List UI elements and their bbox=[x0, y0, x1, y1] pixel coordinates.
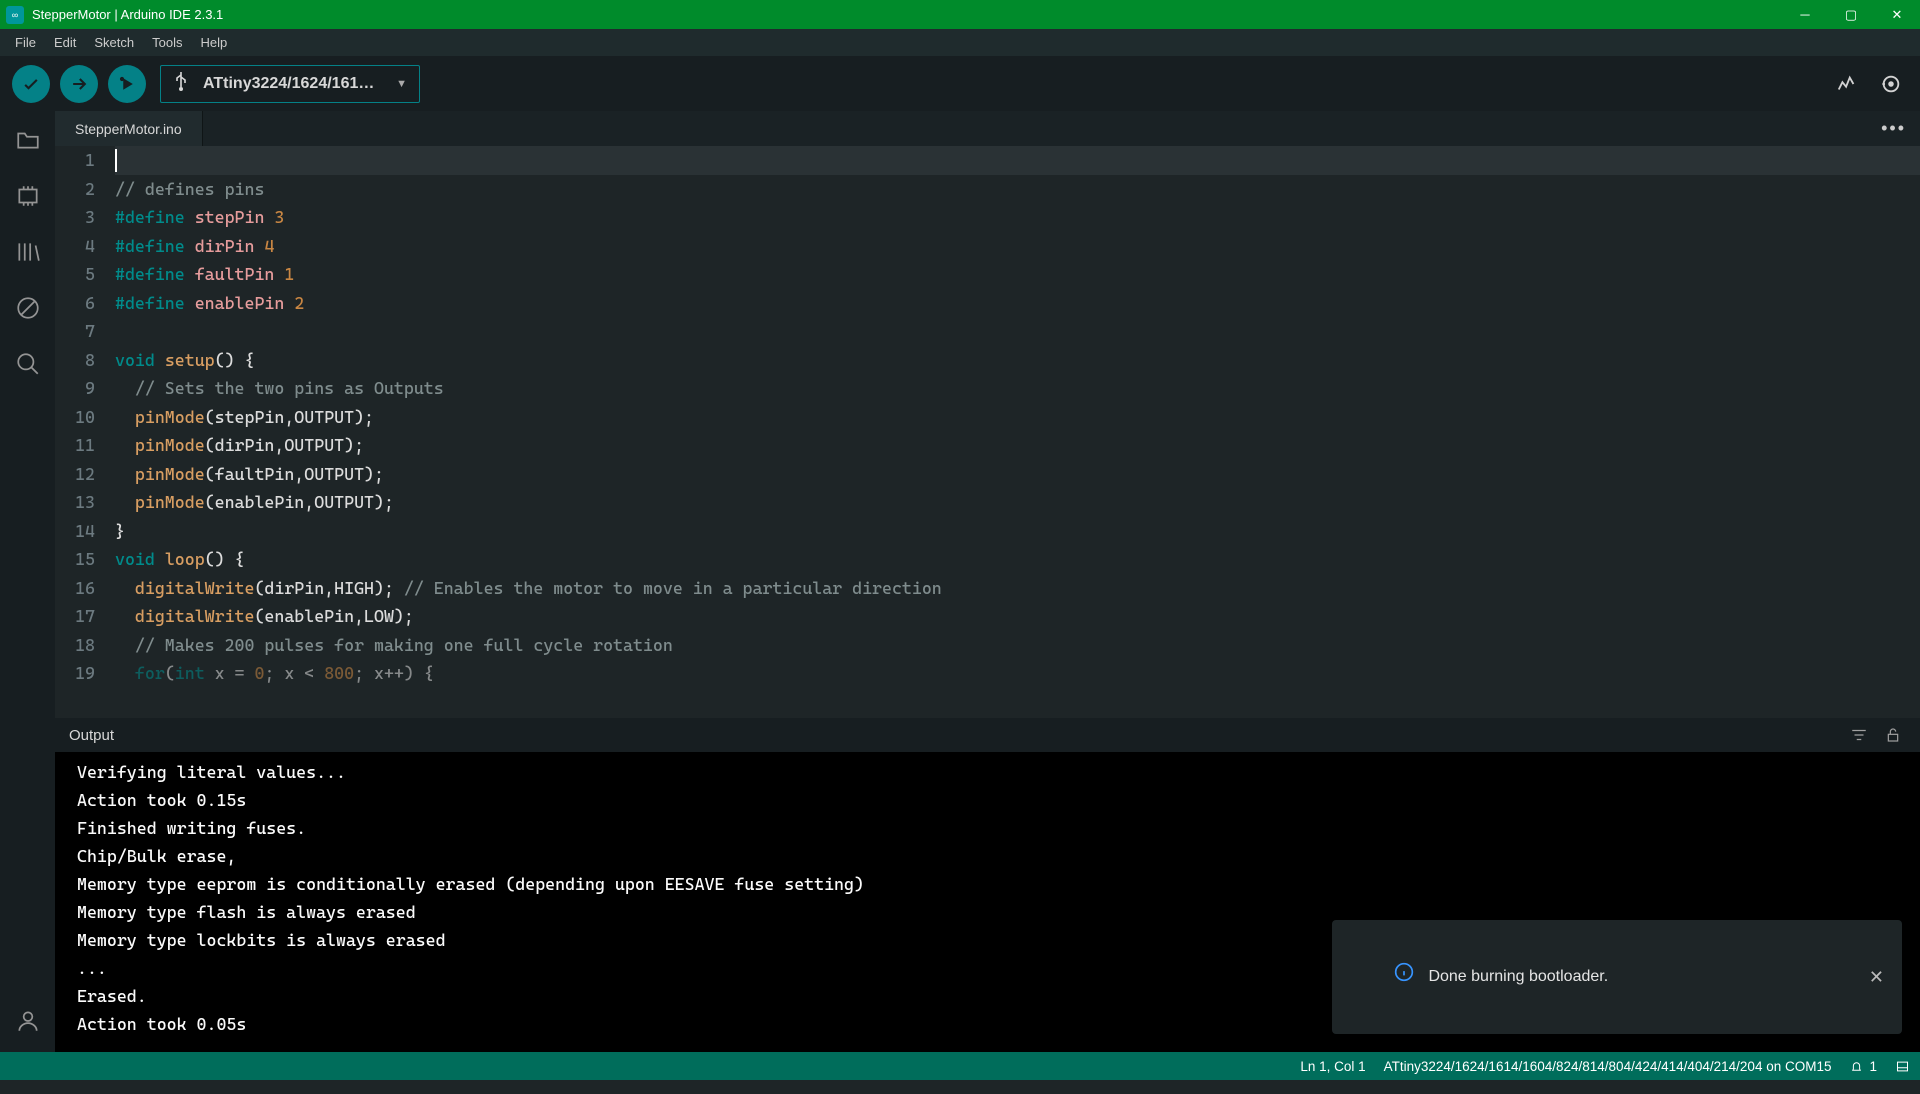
toast-message: Done burning bootloader. bbox=[1428, 963, 1608, 991]
folder-icon bbox=[15, 127, 41, 153]
verify-button[interactable] bbox=[12, 65, 50, 103]
menu-tools[interactable]: Tools bbox=[143, 31, 191, 54]
output-text: Verifying literal values... Action took … bbox=[77, 762, 864, 1034]
serial-monitor-icon bbox=[1880, 73, 1902, 95]
search-icon bbox=[15, 351, 41, 377]
serial-plotter-button[interactable] bbox=[1830, 67, 1864, 101]
check-icon bbox=[21, 74, 41, 94]
maximize-button[interactable]: ▢ bbox=[1828, 0, 1874, 29]
editor-tabs: StepperMotor.ino ••• bbox=[55, 111, 1920, 146]
minimize-button[interactable]: ─ bbox=[1782, 0, 1828, 29]
titlebar: ∞ StepperMotor | Arduino IDE 2.3.1 ─ ▢ ✕ bbox=[0, 0, 1920, 29]
board-selector-label: ATtiny3224/1624/161… bbox=[203, 75, 382, 93]
arrow-right-icon bbox=[69, 74, 89, 94]
line-gutter: 12345678910111213141516171819 bbox=[55, 146, 115, 718]
bell-icon bbox=[1849, 1059, 1864, 1074]
status-board-port[interactable]: ATtiny3224/1624/1614/1604/824/814/804/42… bbox=[1384, 1059, 1832, 1074]
code-area[interactable]: // defines pins #define stepPin 3 #defin… bbox=[115, 146, 1920, 718]
tab-overflow-button[interactable]: ••• bbox=[1881, 111, 1920, 146]
window-title: StepperMotor | Arduino IDE 2.3.1 bbox=[32, 7, 1782, 22]
status-bar: Ln 1, Col 1 ATtiny3224/1624/1614/1604/82… bbox=[0, 1052, 1920, 1080]
status-notifications[interactable]: 1 bbox=[1849, 1059, 1877, 1074]
output-panel[interactable]: Verifying literal values... Action took … bbox=[55, 752, 1920, 1052]
sketchbook-button[interactable] bbox=[13, 125, 43, 155]
plotter-icon bbox=[1836, 73, 1858, 95]
account-button[interactable] bbox=[13, 1006, 43, 1036]
status-close-output[interactable] bbox=[1895, 1059, 1910, 1074]
debug-sidebar-button[interactable] bbox=[13, 293, 43, 323]
tab-steppermotor[interactable]: StepperMotor.ino bbox=[55, 111, 203, 146]
output-title: Output bbox=[69, 727, 114, 744]
library-manager-button[interactable] bbox=[13, 237, 43, 267]
chevron-down-icon: ▼ bbox=[396, 78, 407, 90]
library-icon bbox=[15, 239, 41, 265]
notification-toast: Done burning bootloader. ✕ bbox=[1332, 920, 1902, 1034]
account-icon bbox=[15, 1008, 41, 1034]
upload-button[interactable] bbox=[60, 65, 98, 103]
toast-close-button[interactable]: ✕ bbox=[1869, 963, 1884, 991]
menu-sketch[interactable]: Sketch bbox=[85, 31, 143, 54]
board-selector[interactable]: ATtiny3224/1624/161… ▼ bbox=[160, 65, 420, 103]
output-lock-button[interactable] bbox=[1880, 726, 1906, 744]
debug-play-icon bbox=[117, 74, 137, 94]
activity-bar bbox=[0, 111, 55, 1052]
arduino-logo-icon: ∞ bbox=[6, 6, 24, 24]
serial-monitor-button[interactable] bbox=[1874, 67, 1908, 101]
status-cursor-position[interactable]: Ln 1, Col 1 bbox=[1300, 1059, 1365, 1074]
usb-icon bbox=[173, 71, 189, 96]
panel-icon bbox=[1895, 1059, 1910, 1074]
menu-help[interactable]: Help bbox=[191, 31, 236, 54]
board-icon bbox=[15, 183, 41, 209]
tab-label: StepperMotor.ino bbox=[75, 121, 182, 137]
output-filter-button[interactable] bbox=[1846, 726, 1872, 744]
close-button[interactable]: ✕ bbox=[1874, 0, 1920, 29]
debug-button[interactable] bbox=[108, 65, 146, 103]
menu-edit[interactable]: Edit bbox=[45, 31, 85, 54]
info-icon bbox=[1350, 934, 1414, 1020]
code-editor[interactable]: 12345678910111213141516171819 // defines… bbox=[55, 146, 1920, 718]
menu-file[interactable]: File bbox=[6, 31, 45, 54]
output-header: Output bbox=[55, 718, 1920, 752]
boards-manager-button[interactable] bbox=[13, 181, 43, 211]
no-icon bbox=[15, 295, 41, 321]
toolbar: ATtiny3224/1624/161… ▼ bbox=[0, 56, 1920, 111]
menubar: File Edit Sketch Tools Help bbox=[0, 29, 1920, 56]
search-button[interactable] bbox=[13, 349, 43, 379]
